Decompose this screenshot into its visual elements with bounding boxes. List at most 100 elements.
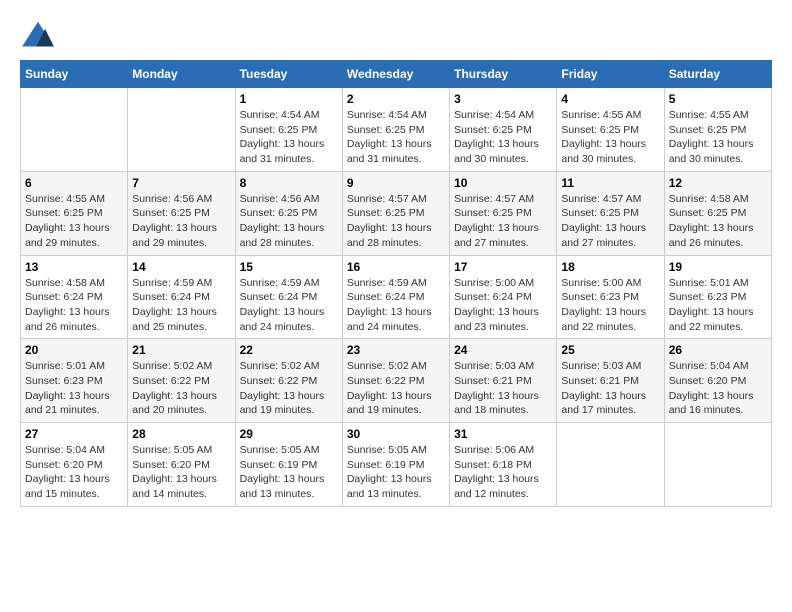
calendar-cell: 24 Sunrise: 5:03 AM Sunset: 6:21 PM Dayli…	[450, 339, 557, 423]
day-number: 14	[132, 260, 230, 274]
day-info: Sunrise: 5:00 AM Sunset: 6:24 PM Dayligh…	[454, 276, 552, 335]
day-info: Sunrise: 4:59 AM Sunset: 6:24 PM Dayligh…	[347, 276, 445, 335]
day-number: 24	[454, 343, 552, 357]
calendar-cell: 4 Sunrise: 4:55 AM Sunset: 6:25 PM Daylig…	[557, 88, 664, 172]
day-info: Sunrise: 5:02 AM Sunset: 6:22 PM Dayligh…	[132, 359, 230, 418]
day-info: Sunrise: 5:05 AM Sunset: 6:20 PM Dayligh…	[132, 443, 230, 502]
day-info: Sunrise: 4:57 AM Sunset: 6:25 PM Dayligh…	[454, 192, 552, 251]
day-number: 8	[240, 176, 338, 190]
calendar-cell: 2 Sunrise: 4:54 AM Sunset: 6:25 PM Daylig…	[342, 88, 449, 172]
day-number: 7	[132, 176, 230, 190]
calendar-cell: 7 Sunrise: 4:56 AM Sunset: 6:25 PM Daylig…	[128, 171, 235, 255]
day-info: Sunrise: 4:58 AM Sunset: 6:25 PM Dayligh…	[669, 192, 767, 251]
calendar-cell: 11 Sunrise: 4:57 AM Sunset: 6:25 PM Dayli…	[557, 171, 664, 255]
day-number: 4	[561, 92, 659, 106]
day-number: 28	[132, 427, 230, 441]
calendar-cell: 13Sunrise: 4:58 AM Sunset: 6:24 PM Dayli…	[21, 255, 128, 339]
day-info: Sunrise: 4:55 AM Sunset: 6:25 PM Dayligh…	[25, 192, 123, 251]
calendar-cell: 12 Sunrise: 4:58 AM Sunset: 6:25 PM Dayli…	[664, 171, 771, 255]
page-header	[20, 20, 772, 50]
day-info: Sunrise: 5:02 AM Sunset: 6:22 PM Dayligh…	[240, 359, 338, 418]
calendar-cell: 27 Sunrise: 5:04 AM Sunset: 6:20 PM Dayli…	[21, 423, 128, 507]
day-info: Sunrise: 5:04 AM Sunset: 6:20 PM Dayligh…	[25, 443, 123, 502]
calendar-week-2: 6 Sunrise: 4:55 AM Sunset: 6:25 PM Daylig…	[21, 171, 772, 255]
day-number: 17	[454, 260, 552, 274]
calendar-week-3: 13Sunrise: 4:58 AM Sunset: 6:24 PM Dayli…	[21, 255, 772, 339]
calendar-cell: 6 Sunrise: 4:55 AM Sunset: 6:25 PM Daylig…	[21, 171, 128, 255]
calendar-cell: 10Sunrise: 4:57 AM Sunset: 6:25 PM Dayli…	[450, 171, 557, 255]
day-info: Sunrise: 5:00 AM Sunset: 6:23 PM Dayligh…	[561, 276, 659, 335]
day-number: 16	[347, 260, 445, 274]
calendar-cell	[557, 423, 664, 507]
header-thursday: Thursday	[450, 61, 557, 88]
calendar-cell	[21, 88, 128, 172]
calendar-cell: 15Sunrise: 4:59 AM Sunset: 6:24 PM Dayli…	[235, 255, 342, 339]
calendar-cell: 26 Sunrise: 5:04 AM Sunset: 6:20 PM Dayli…	[664, 339, 771, 423]
logo	[20, 20, 62, 50]
calendar-cell: 1Sunrise: 4:54 AM Sunset: 6:25 PM Daylig…	[235, 88, 342, 172]
logo-icon	[20, 20, 56, 50]
day-number: 5	[669, 92, 767, 106]
day-info: Sunrise: 4:55 AM Sunset: 6:25 PM Dayligh…	[561, 108, 659, 167]
calendar-cell	[664, 423, 771, 507]
day-number: 21	[132, 343, 230, 357]
day-number: 30	[347, 427, 445, 441]
day-number: 25	[561, 343, 659, 357]
calendar-cell	[128, 88, 235, 172]
day-number: 2	[347, 92, 445, 106]
day-info: Sunrise: 5:01 AM Sunset: 6:23 PM Dayligh…	[669, 276, 767, 335]
calendar-week-1: 1 Sunrise: 4:54 AM Sunset: 6:25 PM Daylig…	[21, 88, 772, 172]
day-info: Sunrise: 4:54 AM Sunset: 6:25 PM Dayligh…	[454, 108, 552, 167]
day-info: Sunrise: 4:58 AM Sunset: 6:24 PM Dayligh…	[25, 276, 123, 335]
day-number: 6	[25, 176, 123, 190]
calendar-cell: 18 Sunrise: 5:00 AM Sunset: 6:23 PM Dayli…	[557, 255, 664, 339]
calendar-cell: 14 Sunrise: 4:59 AM Sunset: 6:24 PM Dayli…	[128, 255, 235, 339]
calendar-cell: 8 Sunrise: 4:56 AM Sunset: 6:25 PM Daylig…	[235, 171, 342, 255]
calendar-cell: 9Sunrise: 4:57 AM Sunset: 6:25 PM Daylig…	[342, 171, 449, 255]
calendar-week-5: 27 Sunrise: 5:04 AM Sunset: 6:20 PM Dayli…	[21, 423, 772, 507]
day-info: Sunrise: 4:56 AM Sunset: 6:25 PM Dayligh…	[240, 192, 338, 251]
day-number: 19	[669, 260, 767, 274]
calendar-cell: 3 Sunrise: 4:54 AM Sunset: 6:25 PM Daylig…	[450, 88, 557, 172]
day-number: 3	[454, 92, 552, 106]
header-friday: Friday	[557, 61, 664, 88]
day-number: 23	[347, 343, 445, 357]
calendar-cell: 16 Sunrise: 4:59 AM Sunset: 6:24 PM Dayli…	[342, 255, 449, 339]
calendar-cell: 31Sunrise: 5:06 AM Sunset: 6:18 PM Dayli…	[450, 423, 557, 507]
day-info: Sunrise: 5:03 AM Sunset: 6:21 PM Dayligh…	[454, 359, 552, 418]
header-sunday: Sunday	[21, 61, 128, 88]
calendar-cell: 30 Sunrise: 5:05 AM Sunset: 6:19 PM Dayli…	[342, 423, 449, 507]
header-tuesday: Tuesday	[235, 61, 342, 88]
calendar: SundayMondayTuesdayWednesdayThursdayFrid…	[20, 60, 772, 507]
header-monday: Monday	[128, 61, 235, 88]
day-info: Sunrise: 5:04 AM Sunset: 6:20 PM Dayligh…	[669, 359, 767, 418]
day-info: Sunrise: 4:54 AM Sunset: 6:25 PM Dayligh…	[347, 108, 445, 167]
calendar-header-row: SundayMondayTuesdayWednesdayThursdayFrid…	[21, 61, 772, 88]
day-number: 12	[669, 176, 767, 190]
day-number: 26	[669, 343, 767, 357]
day-number: 9	[347, 176, 445, 190]
day-info: Sunrise: 4:59 AM Sunset: 6:24 PM Dayligh…	[132, 276, 230, 335]
day-info: Sunrise: 5:05 AM Sunset: 6:19 PM Dayligh…	[347, 443, 445, 502]
day-number: 20	[25, 343, 123, 357]
day-number: 11	[561, 176, 659, 190]
calendar-cell: 23Sunrise: 5:02 AM Sunset: 6:22 PM Dayli…	[342, 339, 449, 423]
day-info: Sunrise: 4:56 AM Sunset: 6:25 PM Dayligh…	[132, 192, 230, 251]
day-number: 27	[25, 427, 123, 441]
day-info: Sunrise: 4:55 AM Sunset: 6:25 PM Dayligh…	[669, 108, 767, 167]
day-info: Sunrise: 5:05 AM Sunset: 6:19 PM Dayligh…	[240, 443, 338, 502]
calendar-cell: 29Sunrise: 5:05 AM Sunset: 6:19 PM Dayli…	[235, 423, 342, 507]
header-saturday: Saturday	[664, 61, 771, 88]
calendar-cell: 20 Sunrise: 5:01 AM Sunset: 6:23 PM Dayli…	[21, 339, 128, 423]
day-info: Sunrise: 4:57 AM Sunset: 6:25 PM Dayligh…	[561, 192, 659, 251]
day-number: 1	[240, 92, 338, 106]
header-wednesday: Wednesday	[342, 61, 449, 88]
calendar-cell: 21 Sunrise: 5:02 AM Sunset: 6:22 PM Dayli…	[128, 339, 235, 423]
calendar-week-4: 20 Sunrise: 5:01 AM Sunset: 6:23 PM Dayli…	[21, 339, 772, 423]
day-info: Sunrise: 5:03 AM Sunset: 6:21 PM Dayligh…	[561, 359, 659, 418]
day-info: Sunrise: 5:01 AM Sunset: 6:23 PM Dayligh…	[25, 359, 123, 418]
day-number: 18	[561, 260, 659, 274]
day-info: Sunrise: 4:59 AM Sunset: 6:24 PM Dayligh…	[240, 276, 338, 335]
calendar-cell: 5 Sunrise: 4:55 AM Sunset: 6:25 PM Daylig…	[664, 88, 771, 172]
calendar-cell: 28 Sunrise: 5:05 AM Sunset: 6:20 PM Dayli…	[128, 423, 235, 507]
